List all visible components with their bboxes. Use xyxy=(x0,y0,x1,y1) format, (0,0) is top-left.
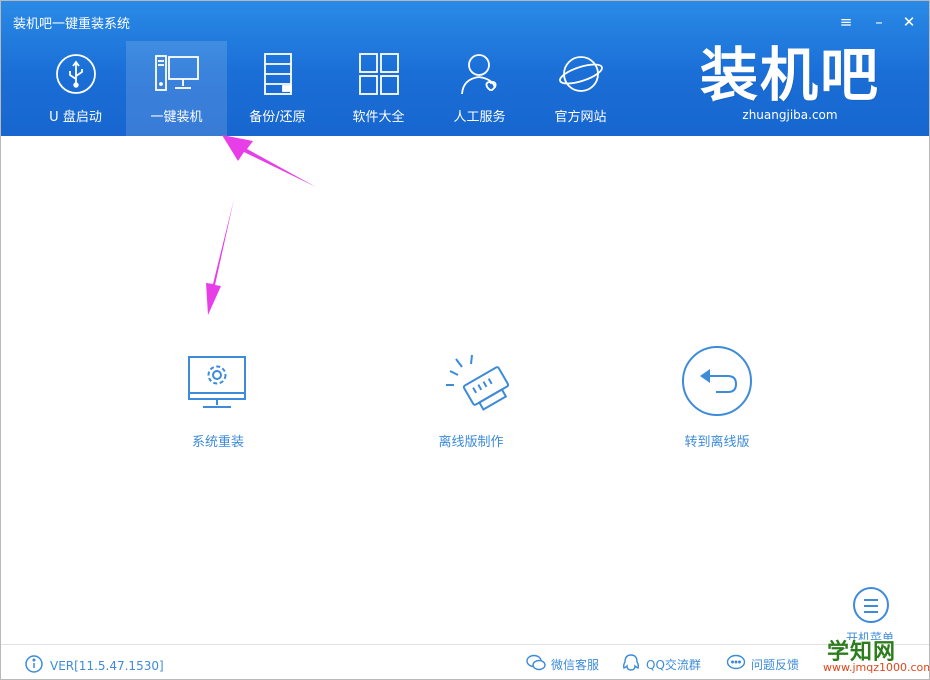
nav-item-one-click-install[interactable]: 一键装机 xyxy=(126,41,227,136)
brand-logo: 装机吧 zhuangjiba.com xyxy=(695,43,885,127)
site-watermark: 学知网 www.jmqz1000.com xyxy=(819,634,930,678)
offline-build-button[interactable]: 离线版制作 xyxy=(391,341,551,450)
watermark-url: www.jmqz1000.com xyxy=(823,661,930,674)
app-window: 装机吧一键重装系统 ≡ – ✕ U 盘启动 一键装机 备份/还原 软件大全 人工… xyxy=(0,0,930,680)
nav-item-official-site[interactable]: 官方网站 xyxy=(530,41,631,136)
arrow-up-left xyxy=(222,135,316,187)
minimize-button[interactable]: – xyxy=(869,11,889,33)
nav-label: 官方网站 xyxy=(554,110,607,125)
nav-label: 软件大全 xyxy=(352,110,405,125)
feature-label: 系统重装 xyxy=(191,435,244,450)
logo-url: zhuangjiba.com xyxy=(742,108,838,122)
main-nav: U 盘启动 一键装机 备份/还原 软件大全 人工服务 官方网站 xyxy=(25,41,631,136)
switch-offline-button[interactable]: 转到离线版 xyxy=(637,341,797,450)
apps-grid-icon xyxy=(356,52,402,96)
footer-bar: VER[11.5.47.1530] 微信客服 QQ交流群 问题反馈 xyxy=(1,644,929,679)
flash-drive-icon xyxy=(426,341,516,421)
desktop-pc-icon xyxy=(154,52,200,96)
feature-label: 离线版制作 xyxy=(438,435,504,450)
chat-bubble-icon xyxy=(726,654,751,675)
arrow-down xyxy=(206,199,234,315)
nav-label: 备份/还原 xyxy=(249,110,306,125)
logo-text: 装机吧 xyxy=(699,41,880,109)
usb-icon xyxy=(53,52,99,96)
feature-label: 转到离线版 xyxy=(684,435,750,450)
wechat-support-link[interactable]: 微信客服 xyxy=(526,654,599,675)
qq-icon xyxy=(621,654,646,675)
person-heart-icon xyxy=(457,52,503,96)
nav-item-usb-boot[interactable]: U 盘启动 xyxy=(25,41,126,136)
footer-link-label: 问题反馈 xyxy=(751,658,800,672)
footer-link-label: QQ交流群 xyxy=(646,658,701,672)
nav-item-backup-restore[interactable]: 备份/还原 xyxy=(227,41,328,136)
boot-menu-button[interactable] xyxy=(853,587,889,623)
qq-group-link[interactable]: QQ交流群 xyxy=(621,654,701,675)
info-icon xyxy=(25,655,50,676)
back-arrow-circle-icon xyxy=(672,341,762,421)
feedback-link[interactable]: 问题反馈 xyxy=(726,654,799,675)
system-reinstall-button[interactable]: 系统重装 xyxy=(138,341,298,450)
version-text: VER[11.5.47.1530] xyxy=(50,658,164,673)
monitor-gear-icon xyxy=(173,341,263,421)
menu-line xyxy=(864,611,878,613)
version-info: VER[11.5.47.1530] xyxy=(25,655,164,676)
wechat-icon xyxy=(526,654,551,675)
menu-icon[interactable]: ≡ xyxy=(836,11,856,33)
header-bar: 装机吧一键重装系统 ≡ – ✕ U 盘启动 一键装机 备份/还原 软件大全 人工… xyxy=(1,1,929,136)
server-icon xyxy=(255,52,301,96)
nav-label: U 盘启动 xyxy=(49,110,102,125)
window-title: 装机吧一键重装系统 xyxy=(13,17,131,32)
footer-link-label: 微信客服 xyxy=(551,658,600,672)
nav-label: 人工服务 xyxy=(453,110,506,125)
menu-line xyxy=(864,599,878,601)
close-button[interactable]: ✕ xyxy=(899,11,919,33)
nav-label: 一键装机 xyxy=(150,110,203,125)
nav-item-software[interactable]: 软件大全 xyxy=(328,41,429,136)
menu-line xyxy=(864,605,878,607)
nav-item-manual-service[interactable]: 人工服务 xyxy=(429,41,530,136)
planet-icon xyxy=(558,52,604,96)
